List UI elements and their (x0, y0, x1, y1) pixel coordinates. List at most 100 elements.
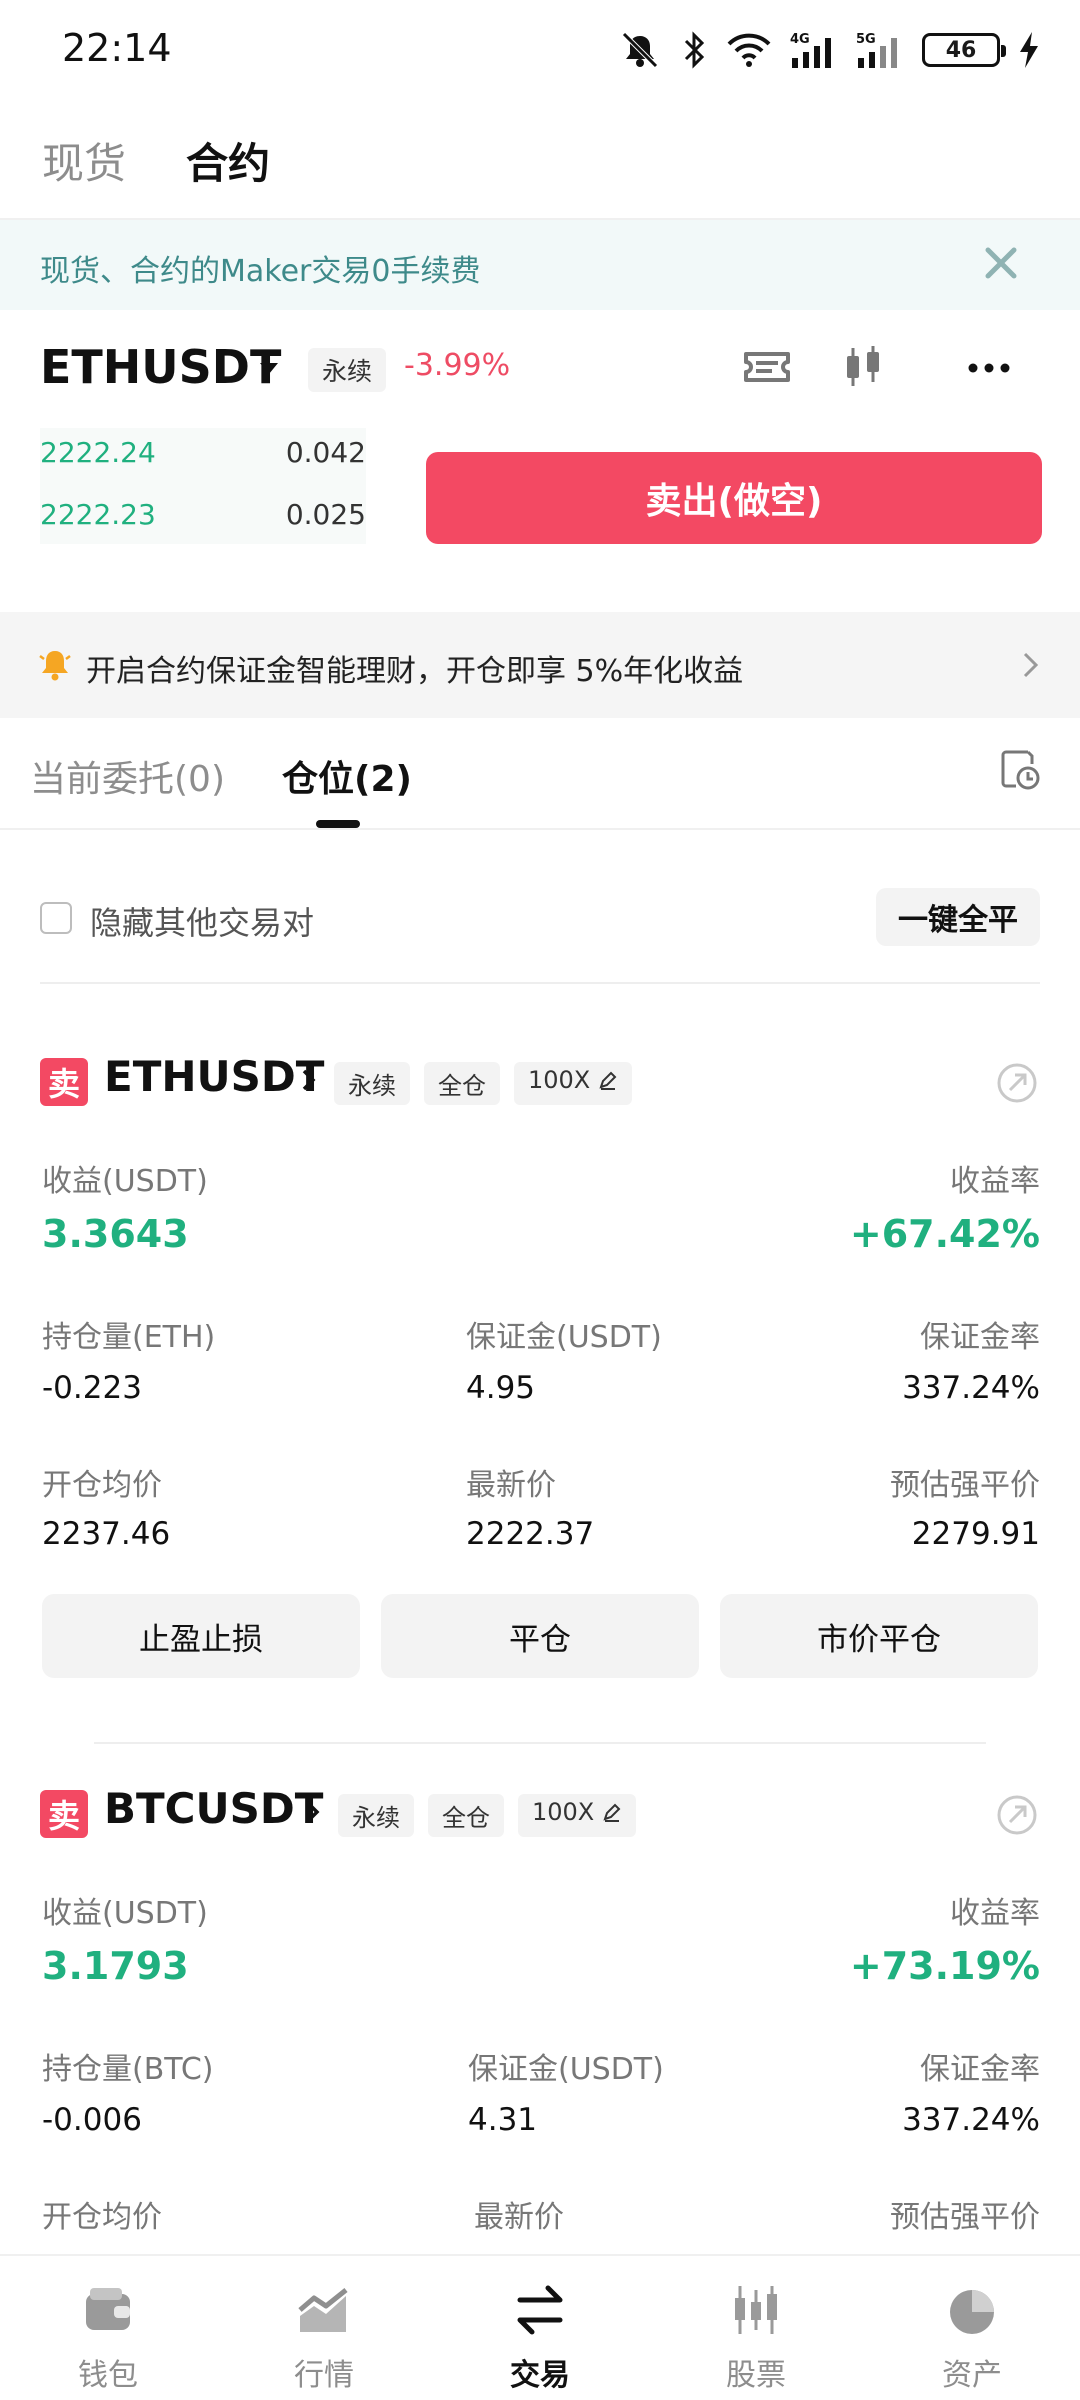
orderbook-price: 2222.23 (40, 498, 156, 531)
position-card: 卖 BTCUSDT 永续 全仓 100X 收益(USDT) 收益率 3.1793… (0, 1784, 1080, 2250)
close-all-button[interactable]: 一键全平 (876, 888, 1040, 946)
tpsl-button[interactable]: 止盈止损 (42, 1594, 360, 1678)
bottom-nav: 钱包 行情 交易 股票 资产 (0, 2254, 1080, 2400)
earn-banner[interactable]: 开启合约保证金智能理财，开仓即享 5%年化收益 (0, 612, 1080, 718)
contract-type-tag: 永续 (308, 348, 387, 392)
margin-value: 4.31 (468, 2102, 538, 2138)
leverage-value: 100X (532, 1798, 595, 1826)
last-price-label: 最新价 (474, 2200, 564, 2235)
promo-banner[interactable]: 现货、合约的Maker交易0手续费 (0, 220, 1080, 310)
nav-label: 股票 (726, 2358, 786, 2393)
tab-positions[interactable]: 仓位(2) (282, 750, 412, 802)
pnl-value: 3.3643 (42, 1212, 189, 1256)
tab-futures[interactable]: 合约 (186, 130, 270, 191)
margin-label: 保证金(USDT) (466, 1320, 662, 1355)
charging-bolt-icon (1020, 32, 1038, 68)
orderbook-bids: 2222.24 0.042 2222.23 0.025 (40, 428, 366, 544)
promo-text: 现货、合约的Maker交易0手续费 (40, 254, 481, 289)
status-icons: 4G 5G 46 (616, 28, 1040, 72)
chevron-right-icon (1023, 652, 1039, 678)
close-position-button[interactable]: 平仓 (381, 1594, 699, 1678)
nav-wallet[interactable]: 钱包 (0, 2256, 216, 2400)
net2-text: 5G (856, 32, 876, 47)
caret-down-icon[interactable] (258, 360, 280, 376)
contract-type-tag: 永续 (334, 1062, 410, 1105)
price-change: -3.99% (404, 348, 511, 383)
candlestick-chart-icon[interactable] (838, 342, 888, 392)
leverage-tag[interactable]: 100X (514, 1062, 632, 1105)
status-bar: 22:14 4G 5G 46 (0, 0, 1080, 100)
size-value: -0.006 (42, 2102, 142, 2138)
pair-symbol[interactable]: ETHUSDT (40, 340, 281, 394)
contract-type-tag: 永续 (338, 1794, 414, 1837)
divider (40, 982, 1040, 984)
margin-mode-tag[interactable]: 全仓 (428, 1794, 504, 1837)
wallet-icon (86, 2288, 130, 2330)
nav-trade[interactable]: 交易 (432, 2256, 648, 2400)
share-icon[interactable] (994, 1060, 1040, 1106)
entry-price-value: 2237.46 (42, 1516, 171, 1552)
nav-label: 交易 (510, 2358, 570, 2393)
signal-4g-icon: 4G (790, 32, 831, 68)
liq-price-label: 预估强平价 (890, 1468, 1040, 1503)
nav-label: 资产 (942, 2358, 1002, 2393)
nav-market[interactable]: 行情 (216, 2256, 432, 2400)
entry-price-label: 开仓均价 (42, 1468, 162, 1503)
close-icon[interactable] (980, 242, 1022, 284)
pnl-label: 收益(USDT) (42, 1896, 208, 1931)
margin-mode-tag[interactable]: 全仓 (424, 1062, 500, 1105)
nav-assets[interactable]: 资产 (864, 2256, 1080, 2400)
divider (94, 1742, 986, 1744)
filter-row: 隐藏其他交易对 一键全平 (0, 880, 1080, 960)
pair-header: ETHUSDT 永续 -3.99% (0, 320, 1080, 420)
size-label: 持仓量(ETH) (42, 1320, 216, 1355)
liq-price-value: 2279.91 (911, 1516, 1040, 1552)
pnl-value: 3.1793 (42, 1944, 189, 1988)
margin-ratio-label: 保证金率 (920, 1320, 1040, 1355)
margin-ratio-label: 保证金率 (920, 2052, 1040, 2087)
sell-short-button[interactable]: 卖出(做空) (426, 452, 1042, 544)
earn-banner-text: 开启合约保证金智能理财，开仓即享 5%年化收益 (86, 654, 744, 689)
stocks-candlestick-icon (735, 2286, 777, 2334)
orderbook-row[interactable]: 2222.24 0.042 (40, 428, 366, 478)
last-price-value: 2222.37 (466, 1516, 595, 1552)
bluetooth-icon (684, 31, 705, 69)
more-options-icon[interactable] (964, 342, 1014, 392)
ticket-icon[interactable] (742, 342, 792, 392)
position-symbol[interactable]: BTCUSDT (104, 1784, 323, 1833)
tab-spot[interactable]: 现货 (42, 130, 126, 191)
leverage-tag[interactable]: 100X (518, 1794, 636, 1837)
liq-price-label: 预估强平价 (890, 2200, 1040, 2235)
wifi-icon (727, 33, 771, 67)
position-tags: 永续 全仓 100X (338, 1794, 636, 1837)
signal-5g-icon: 5G (856, 32, 897, 68)
tab-open-orders[interactable]: 当前委托(0) (30, 750, 225, 802)
chevron-right-icon[interactable] (304, 1798, 322, 1826)
order-tabs: 当前委托(0) 仓位(2) (0, 718, 1080, 830)
assets-pie-icon (950, 2290, 994, 2334)
chevron-right-icon[interactable] (300, 1066, 318, 1094)
edit-pencil-icon (599, 1071, 617, 1090)
share-icon[interactable] (994, 1792, 1040, 1838)
margin-value: 4.95 (466, 1370, 536, 1406)
market-type-tabs: 现货 合约 (0, 110, 1080, 220)
roe-label: 收益率 (950, 1896, 1040, 1931)
entry-price-label: 开仓均价 (42, 2200, 162, 2235)
hide-others-checkbox[interactable] (40, 902, 72, 934)
orderbook-qty: 0.025 (285, 498, 366, 531)
hide-others-label[interactable]: 隐藏其他交易对 (90, 898, 314, 944)
market-close-button[interactable]: 市价平仓 (720, 1594, 1038, 1678)
roe-label: 收益率 (950, 1164, 1040, 1199)
size-value: -0.223 (42, 1370, 142, 1406)
position-symbol[interactable]: ETHUSDT (104, 1052, 324, 1101)
mute-bell-icon (622, 32, 658, 68)
leverage-value: 100X (528, 1066, 591, 1094)
position-tags: 永续 全仓 100X (334, 1062, 632, 1105)
orderbook-row[interactable]: 2222.23 0.025 (40, 490, 366, 540)
last-price-label: 最新价 (466, 1468, 556, 1503)
history-icon[interactable] (998, 748, 1042, 792)
margin-label: 保证金(USDT) (468, 2052, 664, 2087)
net1-text: 4G (790, 32, 810, 47)
nav-stocks[interactable]: 股票 (648, 2256, 864, 2400)
active-tab-indicator (316, 820, 360, 828)
